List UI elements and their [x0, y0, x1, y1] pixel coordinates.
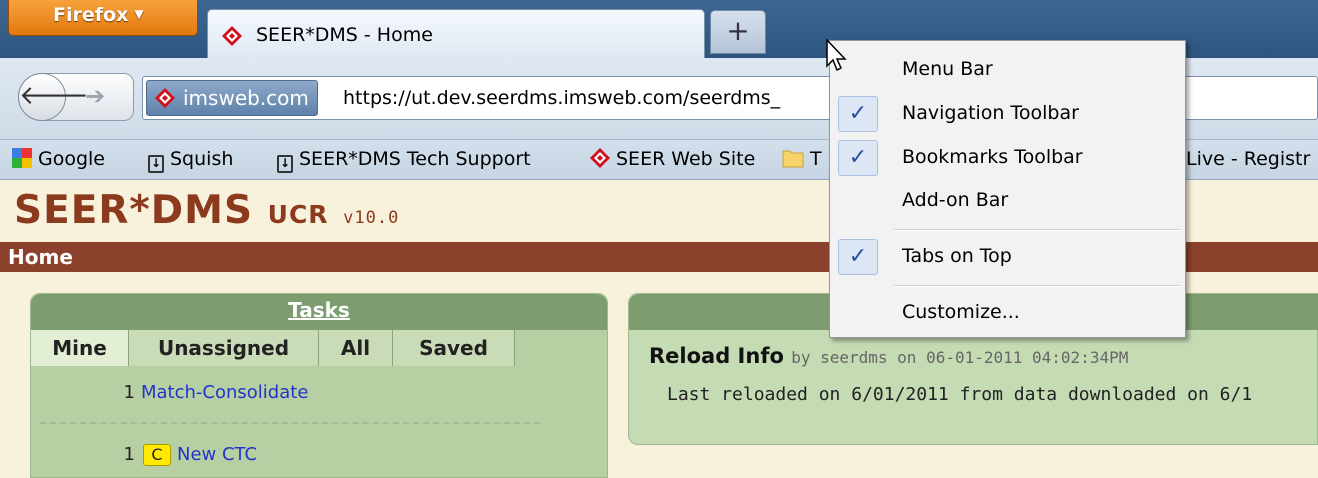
menu-item-label: Menu Bar [902, 58, 993, 80]
menu-item-label: Add-on Bar [902, 189, 1009, 211]
tab-title: SEER*DMS - Home [256, 24, 433, 46]
bookmark-label: Live - Registr [1186, 148, 1311, 170]
forward-arrow-icon[interactable]: ➔ [85, 82, 105, 110]
menu-item-add-on-bar[interactable]: Add-on Bar [833, 181, 1182, 221]
back-forward-group: 🡐 ➔ [18, 73, 134, 121]
bookmark-label: T [810, 148, 822, 170]
tasks-panel: Tasks Mine Unassigned All Saved 1 Match-C… [30, 293, 608, 478]
menu-separator [894, 285, 1180, 287]
toolbar-context-menu: Menu Bar ✓ Navigation Toolbar ✓ Bookmark… [829, 40, 1186, 338]
bookmark-label: SEER*DMS Tech Support [299, 148, 531, 170]
section-title: Home [8, 245, 73, 269]
menu-item-label: Customize... [902, 301, 1020, 323]
task-link-new-ctc[interactable]: New CTC [177, 444, 257, 465]
seer-diamond-icon [155, 88, 175, 108]
task-badge: C [143, 444, 171, 466]
back-arrow-icon[interactable]: 🡐 [18, 73, 89, 121]
reload-title-text: Reload Info [649, 344, 784, 368]
tab-all[interactable]: All [319, 330, 393, 366]
menu-item-label: Tabs on Top [902, 245, 1012, 267]
seer-diamond-icon [590, 148, 610, 168]
bookmark-label: Squish [170, 148, 234, 170]
identity-label: imsweb.com [183, 86, 309, 110]
menu-item-label: Navigation Toolbar [902, 102, 1079, 124]
menu-item-menu-bar[interactable]: Menu Bar [833, 50, 1182, 90]
mouse-cursor-icon [826, 38, 847, 72]
google-icon [12, 148, 32, 168]
checkmark-icon: ✓ [838, 140, 878, 176]
tasks-tabs: Mine Unassigned All Saved [31, 330, 607, 366]
url-text[interactable]: https://ut.dev.seerdms.imsweb.com/seerdm… [343, 87, 780, 109]
tab-unassigned[interactable]: Unassigned [129, 330, 319, 366]
firefox-button-label: Firefox [53, 4, 129, 26]
task-link-match-consolidate[interactable]: Match-Consolidate [141, 382, 308, 403]
app-version: v10.0 [343, 208, 400, 228]
menu-item-tabs-on-top[interactable]: ✓ Tabs on Top [833, 237, 1182, 277]
checkmark-icon: ✓ [838, 96, 878, 132]
browser-tab[interactable]: SEER*DMS - Home [207, 9, 705, 59]
folder-icon [782, 150, 804, 168]
menu-item-bookmarks-toolbar[interactable]: ✓ Bookmarks Toolbar [833, 138, 1182, 178]
bookmark-squish[interactable]: ↓ Squish [148, 148, 233, 173]
menu-item-customize[interactable]: Customize... [833, 293, 1182, 333]
firefox-menu-button[interactable]: Firefox ▼ [8, 0, 198, 36]
app-title: SEER*DMS UCR v10.0 [14, 188, 399, 233]
reload-title: Reload Info by seerdms on 06-01-2011 04:… [649, 344, 1128, 368]
site-identity-button[interactable]: imsweb.com [146, 80, 318, 116]
task-row: 1 C New CTC [31, 444, 257, 466]
divider [40, 422, 540, 424]
checkmark-icon: ✓ [838, 239, 878, 275]
reload-body: Last reloaded on 6/01/2011 from data dow… [667, 384, 1253, 405]
bookmark-label: Google [38, 148, 106, 170]
task-count: 1 [123, 444, 135, 465]
reload-byline: by seerdms on 06-01-2011 04:02:34PM [791, 348, 1129, 367]
menu-separator [894, 229, 1180, 231]
pushpin-icon: ↓ [148, 155, 164, 173]
menu-item-label: Bookmarks Toolbar [902, 146, 1083, 168]
tab-saved[interactable]: Saved [393, 330, 515, 366]
pushpin-icon: ↓ [277, 155, 293, 173]
menu-item-navigation-toolbar[interactable]: ✓ Navigation Toolbar [833, 94, 1182, 134]
bookmark-google[interactable]: Google [12, 148, 105, 170]
bookmark-label: SEER Web Site [616, 148, 756, 170]
task-row: 1 Match-Consolidate [31, 382, 309, 403]
tasks-header[interactable]: Tasks [31, 294, 607, 330]
dropdown-arrow-icon: ▼ [134, 7, 144, 21]
task-count: 1 [123, 382, 135, 403]
seer-diamond-icon [222, 26, 242, 46]
app-module: UCR [267, 200, 329, 229]
bookmark-folder[interactable]: T [782, 148, 822, 170]
bookmark-live-registry[interactable]: Live - Registr [1186, 148, 1310, 170]
new-tab-button[interactable]: + [710, 10, 766, 54]
bookmark-seer-web-site[interactable]: SEER Web Site [590, 148, 755, 170]
app-name: SEER*DMS [14, 188, 254, 233]
bookmark-seerdms-tech-support[interactable]: ↓ SEER*DMS Tech Support [277, 148, 531, 173]
tab-mine[interactable]: Mine [31, 330, 129, 366]
